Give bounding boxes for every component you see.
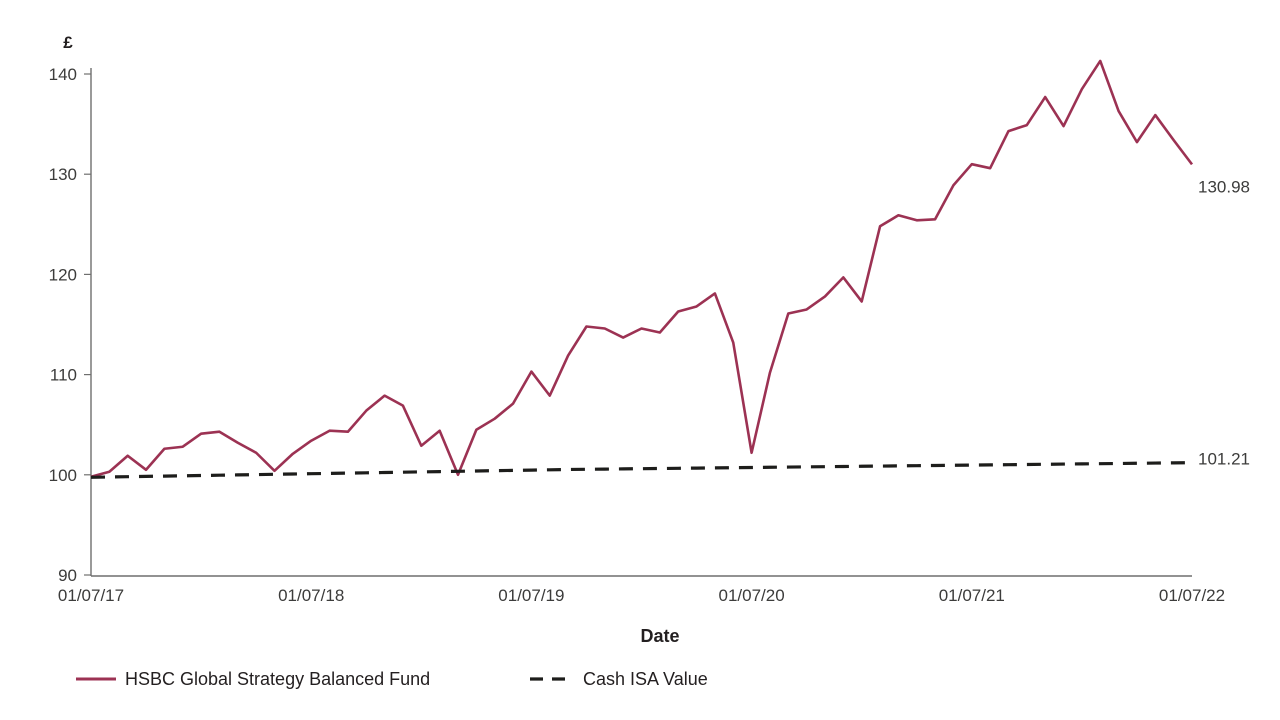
- x-axis-ticks: 01/07/17 01/07/18 01/07/19 01/07/20 01/07/21…: [58, 586, 1225, 605]
- fund-endpoint-value-label: 130.98: [1198, 177, 1250, 196]
- cash-series-line: [90, 461, 1193, 479]
- legend-item-cash-label: Cash ISA Value: [583, 669, 708, 689]
- x-tick-label: 01/07/19: [498, 586, 564, 605]
- y-axis-ticks: 90 100 110 120 130 140: [49, 65, 91, 585]
- legend: HSBC Global Strategy Balanced Fund Cash …: [76, 669, 708, 689]
- chart-container: £ 90 100 110 120 130 140 01/07/17 01/07/18 01/0…: [0, 0, 1280, 720]
- y-tick-label: 110: [50, 366, 77, 385]
- y-tick-label: 130: [49, 165, 77, 184]
- cash-endpoint-value-label: 101.21: [1198, 450, 1250, 469]
- series-layer: [90, 59, 1194, 479]
- x-tick-label: 01/07/21: [939, 586, 1005, 605]
- x-tick-label: 01/07/20: [719, 586, 785, 605]
- y-tick-label: 100: [49, 466, 77, 485]
- legend-item-fund-label: HSBC Global Strategy Balanced Fund: [125, 669, 430, 689]
- x-tick-label: 01/07/22: [1159, 586, 1225, 605]
- y-tick-label: 90: [58, 566, 77, 585]
- x-axis-title: Date: [640, 626, 679, 646]
- y-tick-label: 140: [49, 65, 77, 84]
- y-tick-label: 120: [49, 265, 77, 284]
- fund-series-line: [90, 59, 1194, 479]
- x-tick-label: 01/07/18: [278, 586, 344, 605]
- line-chart: £ 90100110120130140 01/07/17 01/07/18 01/0…: [49, 33, 1250, 689]
- y-axis-unit-label: £: [63, 33, 73, 52]
- x-tick-label: 01/07/17: [58, 586, 124, 605]
